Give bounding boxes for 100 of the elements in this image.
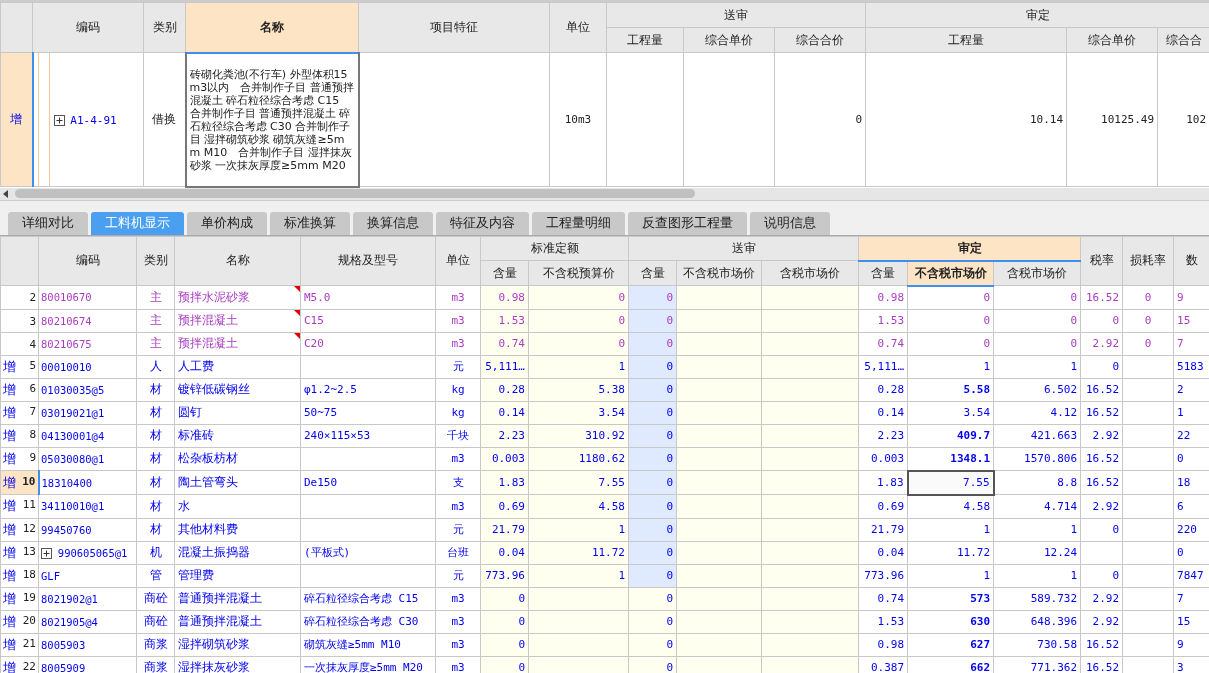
material-name: 预拌混凝土: [178, 313, 238, 327]
column-header[interactable]: 损耗率: [1122, 236, 1174, 286]
column-header[interactable]: 不含税市场价: [676, 260, 762, 286]
scroll-left-icon[interactable]: [3, 189, 9, 198]
table-cell[interactable]: 7.55: [907, 470, 994, 495]
row-header[interactable]: 增 9: [0, 447, 39, 471]
row-header[interactable]: 增 13: [0, 541, 39, 564]
row-number: 18: [22, 567, 36, 581]
table-cell: De150: [300, 470, 436, 495]
row-header[interactable]: 2: [0, 285, 39, 309]
row-number: 8: [29, 427, 36, 441]
row-marker: 增: [3, 520, 16, 539]
table-cell: 4.58: [528, 494, 629, 518]
column-header[interactable]: 数: [1173, 236, 1209, 286]
material-name: 混凝土振捣器: [178, 545, 250, 559]
column-group-header: 送审: [606, 2, 866, 28]
material-code: 80010670: [41, 291, 92, 304]
row-number: 12: [22, 521, 36, 535]
row-header[interactable]: 增 7: [0, 401, 39, 424]
row-header[interactable]: 增 10: [0, 470, 39, 495]
expand-icon[interactable]: [53, 114, 65, 126]
material-name: 镀锌低碳钢丝: [178, 382, 250, 396]
row-header[interactable]: 增 12: [0, 518, 39, 541]
column-header[interactable]: 不含税市场价: [907, 260, 994, 286]
column-header[interactable]: 类别: [143, 2, 186, 53]
row-header[interactable]: 3: [0, 309, 39, 332]
column-header[interactable]: 类别: [136, 236, 175, 286]
row-header[interactable]: 增 11: [0, 494, 39, 518]
table-cell: C15: [300, 309, 436, 332]
material-code: 01030035@5: [41, 383, 105, 396]
tab[interactable]: 换算信息: [353, 211, 433, 235]
row-header[interactable]: 增 20: [0, 610, 39, 633]
column-header[interactable]: 综合单价: [1066, 27, 1158, 53]
row-header[interactable]: 增 19: [0, 587, 39, 610]
material-name: 普通预拌混凝土: [178, 614, 262, 628]
table-cell: 50~75: [300, 401, 436, 424]
column-header[interactable]: 名称: [174, 236, 301, 286]
material-name: 陶土管弯头: [178, 475, 238, 489]
material-name: 预拌水泥砂浆: [178, 289, 250, 304]
column-header[interactable]: 不含税预算价: [528, 260, 629, 286]
material-code: 18310400: [41, 476, 93, 489]
column-header[interactable]: 编码: [38, 236, 137, 286]
column-header[interactable]: 单位: [435, 236, 481, 286]
row-marker: 增: [3, 426, 16, 445]
column-header[interactable]: 综合合价: [774, 27, 866, 53]
row-header[interactable]: 增 8: [0, 424, 39, 447]
name-text-cell[interactable]: 砖砌化粪池(不行车) 外型体积15m3以内 合并制作子目 普通预拌混凝土 碎石粒径综合考虑 C15 合并制作子目 普通预拌混凝土 碎石粒径综合考虑 C30 合并制作子目 湿拌砌筑砂浆 砌筑灰缝≥5mm M10 合并制作子目 湿拌抹灰砂浆 一次抹灰厚度≥5mm M20: [185, 52, 359, 187]
material-name: 人工费: [178, 359, 214, 373]
material-code: 34110010@1: [41, 500, 105, 513]
column-header[interactable]: 含税市场价: [761, 260, 859, 286]
material-code: 80210674: [41, 314, 92, 327]
row-marker: 增: [3, 473, 16, 492]
column-group-header: 标准定额: [480, 236, 629, 261]
row-marker: 增: [3, 449, 16, 468]
row-marker: 增: [3, 566, 16, 585]
row-marker[interactable]: 增: [0, 52, 33, 187]
material-code: 05030080@1: [41, 452, 105, 465]
row-number: 9: [29, 450, 36, 464]
material-name: 松杂板枋材: [178, 451, 238, 466]
row-number: 5: [29, 358, 36, 372]
row-header[interactable]: 4: [0, 332, 39, 355]
tab[interactable]: 标准换算: [270, 211, 350, 235]
row-number: 22: [22, 659, 36, 673]
tab[interactable]: 单价构成: [187, 211, 267, 235]
tab[interactable]: 说明信息: [750, 211, 830, 235]
material-name: 管理费: [178, 568, 214, 582]
horizontal-scrollbar[interactable]: [0, 187, 1209, 201]
column-header[interactable]: 工程量: [865, 27, 1067, 53]
column-header[interactable]: 规格及型号: [300, 236, 436, 286]
row-header[interactable]: 增 5: [0, 355, 39, 378]
row-number: 21: [22, 636, 36, 650]
column-header[interactable]: 含税市场价: [993, 260, 1081, 286]
item-code[interactable]: A1-4-91: [70, 113, 117, 127]
table-cell: 碎石粒径综合考虑 C15: [300, 587, 436, 610]
material-name: 普通预拌混凝土: [178, 591, 262, 605]
row-number: 19: [22, 590, 36, 604]
material-name: 湿拌砌筑砂浆: [178, 637, 250, 651]
column-header[interactable]: 单位: [549, 2, 607, 53]
column-header[interactable]: 名称: [185, 2, 359, 53]
column-header[interactable]: 综合单价: [683, 27, 775, 53]
row-marker: 增: [3, 589, 16, 608]
row-header[interactable]: 增 6: [0, 378, 39, 401]
table-cell: 10125.49: [1066, 52, 1158, 187]
material-name: 标准砖: [178, 428, 214, 442]
column-header[interactable]: 税率: [1080, 236, 1123, 286]
table-cell: 7.55: [528, 470, 629, 495]
row-marker: 增: [3, 658, 16, 673]
tab[interactable]: 详细对比: [8, 211, 88, 235]
tab[interactable]: 反查图形工程量: [628, 211, 747, 235]
tab[interactable]: 特征及内容: [436, 211, 529, 235]
row-header[interactable]: 增 21: [0, 633, 39, 656]
table-cell: (平板式): [300, 541, 436, 564]
column-header[interactable]: 项目特征: [358, 2, 550, 53]
tab[interactable]: 工程量明细: [532, 211, 625, 235]
row-marker: 增: [3, 380, 16, 399]
column-header[interactable]: 编码: [32, 2, 144, 53]
row-number: 20: [22, 613, 36, 627]
column-group-header: 送审: [628, 236, 859, 261]
expand-icon[interactable]: [41, 547, 52, 559]
row-header[interactable]: 增 18: [0, 564, 39, 587]
